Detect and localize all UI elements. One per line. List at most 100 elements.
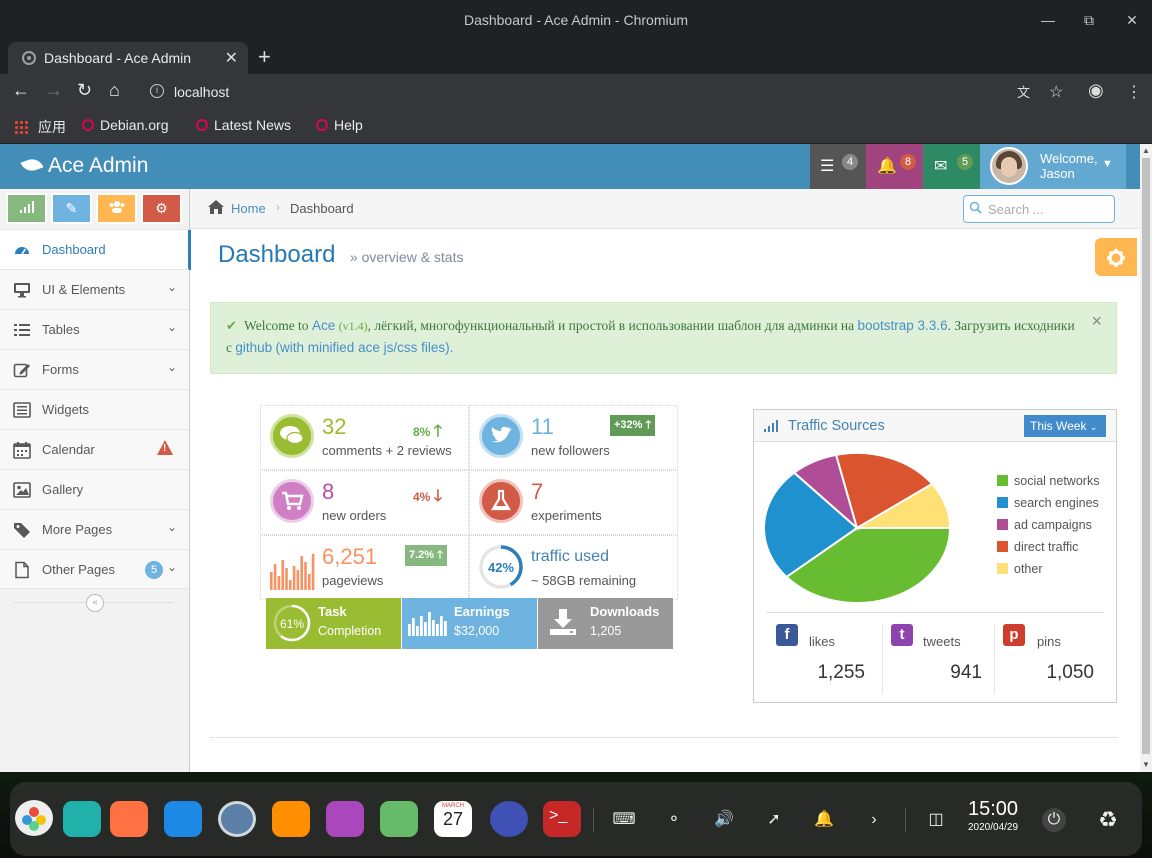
tasks-button[interactable]: ☰ 4 <box>810 144 866 189</box>
sidebar-item-tables[interactable]: Tables ⌄ <box>0 309 189 349</box>
keyboard-icon[interactable]: ⌨ <box>612 808 636 832</box>
page-scrollbar[interactable]: ▲ ▼ <box>1140 144 1152 772</box>
scroll-down-icon[interactable]: ▼ <box>1142 760 1150 769</box>
range-dropdown[interactable]: This Week ⌄ <box>1024 415 1106 437</box>
reload-icon[interactable]: ↻ <box>77 80 92 101</box>
tile-subtitle: 1,205 <box>590 624 622 638</box>
account-icon[interactable]: ◉ <box>1088 80 1104 101</box>
shopping-cart-icon <box>270 479 314 523</box>
music-icon[interactable] <box>380 801 418 837</box>
picture-icon <box>13 482 31 498</box>
welcome-alert: ✔ Welcome to Ace (v1.4), лёгкий, многофу… <box>210 302 1117 374</box>
comments-icon <box>270 414 314 458</box>
app-store-icon[interactable] <box>110 801 148 837</box>
onscreen-keyboard-icon[interactable]: ◫ <box>924 808 948 832</box>
content-divider <box>210 737 1117 738</box>
notifications-badge: 8 <box>900 154 916 170</box>
earnings-bars-icon <box>408 612 447 636</box>
close-window-icon[interactable]: ✕ <box>1120 8 1144 32</box>
sidebar-item-ui-elements[interactable]: UI & Elements ⌄ <box>0 269 189 309</box>
settings-app-icon[interactable] <box>490 801 528 837</box>
shortcut-cogs[interactable]: ⚙ <box>141 193 182 224</box>
warning-icon <box>157 440 173 455</box>
forward-icon[interactable]: → <box>45 80 63 101</box>
scroll-up-icon[interactable]: ▲ <box>1142 146 1150 155</box>
alert-close-button[interactable]: × <box>1091 311 1102 332</box>
info-icon[interactable]: i <box>150 84 164 98</box>
arrow-up-icon: 🡑 <box>645 419 652 431</box>
social-tweets: t tweets 941 <box>882 624 992 694</box>
clock[interactable]: 15:00 2020/04/29 <box>968 798 1018 833</box>
tile-title: Task <box>318 604 347 619</box>
calendar-app-icon[interactable]: MARCH 27 <box>434 801 472 837</box>
search-input[interactable] <box>988 199 1108 219</box>
settings-button[interactable] <box>1095 238 1137 276</box>
shortcut-signal[interactable] <box>6 193 47 224</box>
github-link[interactable]: github <box>235 340 272 355</box>
image-viewer-icon[interactable] <box>326 801 364 837</box>
minimize-icon[interactable]: — <box>1036 8 1060 32</box>
translate-icon[interactable]: 文 <box>1017 82 1030 101</box>
maximize-icon[interactable]: ⧉ <box>1077 8 1101 32</box>
notification-bell-icon[interactable]: 🔔 <box>812 808 836 832</box>
terminal-icon[interactable]: >_ <box>543 801 581 837</box>
sidebar-item-more-pages[interactable]: More Pages ⌄ <box>0 509 189 549</box>
legend-label: search engines <box>1014 496 1099 510</box>
calendar-day: 27 <box>442 809 464 829</box>
trash-icon[interactable]: ♻ <box>1096 808 1120 832</box>
browser-tab[interactable]: Dashboard - Ace Admin ✕ <box>8 42 248 74</box>
legend-item: search engines <box>997 496 1099 510</box>
file-manager-icon[interactable] <box>63 801 101 837</box>
user-menu[interactable]: Welcome, Jason ▼ <box>980 144 1126 189</box>
launcher-icon[interactable] <box>15 800 53 836</box>
home-icon[interactable]: ⌂ <box>109 80 120 101</box>
bookmark-latest-news[interactable]: Latest News <box>196 117 291 133</box>
power-icon[interactable]: ⏻ <box>1042 808 1066 832</box>
notifications-button[interactable]: 🔔 8 <box>866 144 923 189</box>
chromium-icon[interactable] <box>218 801 256 837</box>
earnings-bar <box>416 626 419 636</box>
star-icon[interactable]: ☆ <box>1049 82 1063 102</box>
network-icon[interactable]: ➚ <box>762 808 786 832</box>
collapse-sidebar-icon[interactable]: « <box>86 594 104 612</box>
sparkline-bar <box>304 562 307 590</box>
earnings-bar <box>428 612 431 636</box>
sidebar-item-label: Forms <box>42 362 79 377</box>
apps-grid-icon <box>14 120 28 134</box>
tab-close-icon[interactable]: ✕ <box>225 48 238 68</box>
brand-logo[interactable]: Ace Admin <box>20 154 148 178</box>
menu-icon[interactable]: ⋮ <box>1126 82 1142 102</box>
sidebar-item-other-pages[interactable]: Other Pages 5 ⌄ <box>0 549 189 589</box>
back-icon[interactable]: ← <box>12 80 30 101</box>
debian-icon <box>82 119 94 131</box>
bookmark-debian[interactable]: Debian.org <box>82 117 169 133</box>
breadcrumb-home-link[interactable]: Home <box>231 201 266 216</box>
shortcut-users[interactable] <box>96 193 137 224</box>
infobox-label: new orders <box>322 508 387 523</box>
volume-icon[interactable]: 🔊 <box>712 808 736 832</box>
expand-tray-icon[interactable]: › <box>862 808 886 832</box>
messages-button[interactable]: ✉ 5 <box>923 144 980 189</box>
address-bar[interactable]: i localhost <box>140 77 1076 107</box>
shopping-bag-icon[interactable] <box>272 801 310 837</box>
new-tab-button[interactable]: + <box>258 44 271 70</box>
bookmark-apps[interactable]: 应用 <box>14 117 66 137</box>
shortcut-pencil[interactable]: ✎ <box>51 193 92 224</box>
usb-icon[interactable]: ⚬ <box>662 808 686 832</box>
legend-item: other <box>997 562 1043 576</box>
sidebar-item-label: Dashboard <box>42 242 106 257</box>
bookmark-help[interactable]: Help <box>316 117 363 133</box>
chevron-down-icon: ⌄ <box>166 320 177 334</box>
legend-label: other <box>1014 562 1043 576</box>
tile-subtitle: Completion <box>318 624 382 638</box>
flask-icon <box>479 479 523 523</box>
scrollbar-thumb[interactable] <box>1142 158 1150 754</box>
infobox-stat: 7.2% 🡑 <box>405 545 447 566</box>
sidebar-item-widgets[interactable]: Widgets <box>0 389 189 429</box>
sidebar-item-gallery[interactable]: Gallery <box>0 469 189 509</box>
sidebar-item-dashboard[interactable]: Dashboard <box>0 229 191 270</box>
maps-icon[interactable] <box>164 801 202 837</box>
infobox-value: traffic used <box>531 548 609 565</box>
sidebar-item-forms[interactable]: Forms ⌄ <box>0 349 189 389</box>
sidebar-item-calendar[interactable]: Calendar <box>0 429 189 469</box>
